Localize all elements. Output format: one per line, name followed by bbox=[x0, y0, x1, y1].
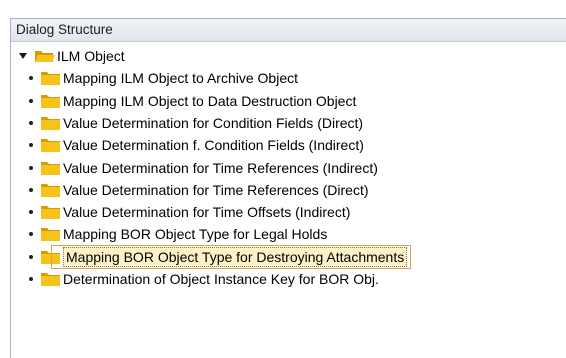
bullet-icon bbox=[25, 210, 37, 215]
bullet-icon bbox=[25, 143, 37, 148]
tree-node-label: ILM Object bbox=[57, 48, 125, 64]
folder-icon bbox=[40, 115, 61, 131]
folder-icon bbox=[40, 182, 61, 198]
tree-node-child[interactable]: Value Determination for Time References … bbox=[25, 157, 378, 179]
tree-node-label: Value Determination for Condition Fields… bbox=[63, 114, 364, 131]
tree-node-label: Mapping ILM Object to Archive Object bbox=[63, 70, 298, 87]
tree-node-child[interactable]: Value Determination f. Condition Fields … bbox=[25, 134, 364, 156]
folder-icon bbox=[40, 70, 61, 86]
tree-node-label: Value Determination for Time References … bbox=[63, 181, 369, 198]
dialog-structure-panel: Dialog Structure ILM Object Mapping ILM … bbox=[10, 18, 566, 358]
tree-node-label: Mapping BOR Object Type for Destroying A… bbox=[63, 246, 408, 267]
tree-node-label: Determination of Object Instance Key for… bbox=[63, 271, 379, 287]
folder-icon bbox=[40, 271, 61, 287]
folder-icon bbox=[40, 204, 61, 220]
tree-node-ilm-object[interactable]: ILM Object bbox=[17, 45, 125, 67]
bullet-icon bbox=[25, 254, 37, 259]
bullet-icon bbox=[25, 187, 37, 192]
bullet-icon bbox=[25, 232, 37, 237]
tree-node-label: Value Determination for Time References … bbox=[63, 159, 378, 176]
bullet-icon bbox=[25, 98, 37, 103]
expand-triangle-icon[interactable] bbox=[17, 50, 29, 62]
tree-node-label: Mapping ILM Object to Data Destruction O… bbox=[63, 92, 357, 109]
tree-node-child[interactable]: Mapping BOR Object Type for Destroying A… bbox=[25, 244, 412, 269]
tree-node-label: Mapping BOR Object Type for Legal Holds bbox=[63, 226, 328, 243]
folder-icon bbox=[40, 226, 61, 242]
folder-open-icon bbox=[34, 48, 55, 64]
tree-node-child[interactable]: Mapping BOR Object Type for Legal Holds bbox=[25, 223, 327, 245]
folder-icon bbox=[40, 137, 61, 153]
tree-node-child[interactable]: Value Determination for Time References … bbox=[25, 179, 369, 201]
bullet-icon bbox=[25, 120, 37, 125]
tree-node-child[interactable]: Mapping ILM Object to Archive Object bbox=[25, 67, 298, 89]
folder-icon bbox=[40, 93, 61, 109]
tree-node-child[interactable]: Mapping ILM Object to Data Destruction O… bbox=[25, 90, 356, 112]
tree-node-label: Value Determination f. Condition Fields … bbox=[63, 137, 364, 154]
folder-icon bbox=[40, 249, 61, 265]
panel-title: Dialog Structure bbox=[11, 19, 566, 42]
tree-node-child[interactable]: Determination of Object Instance Key for… bbox=[25, 268, 379, 290]
tree-node-child[interactable]: Value Determination for Condition Fields… bbox=[25, 112, 363, 134]
tree-node-child[interactable]: Value Determination for Time Offsets (In… bbox=[25, 201, 350, 223]
bullet-icon bbox=[25, 76, 37, 81]
tree-node-label: Value Determination for Time Offsets (In… bbox=[63, 204, 351, 221]
dialog-tree: ILM Object Mapping ILM Object to Archive… bbox=[11, 42, 566, 358]
bullet-icon bbox=[25, 277, 37, 281]
bullet-icon bbox=[25, 165, 37, 170]
folder-icon bbox=[40, 160, 61, 176]
